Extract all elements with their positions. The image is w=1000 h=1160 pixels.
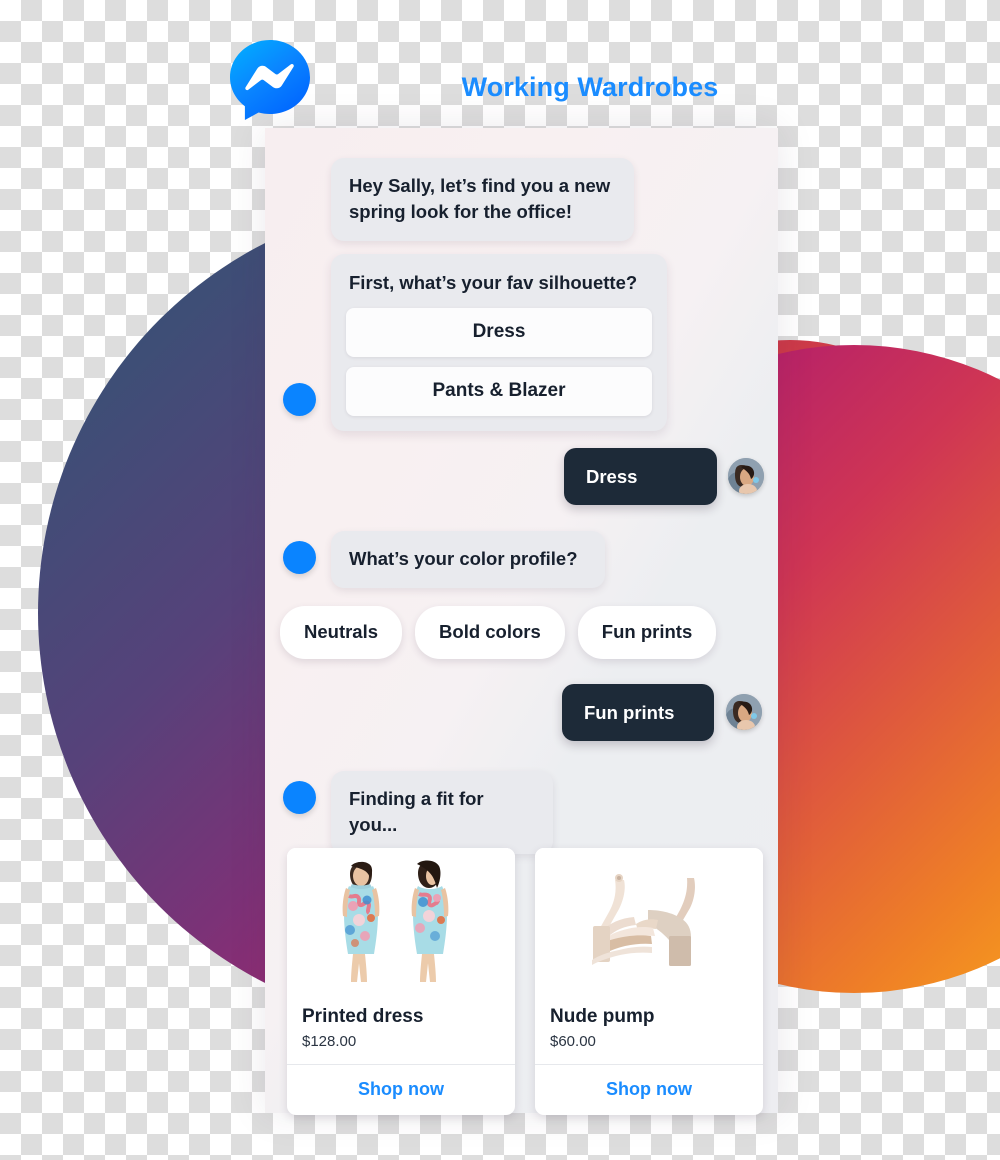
chat-thread: Hey Sally, let’s find you a new spring l…	[265, 128, 779, 1115]
question-label: First, what’s your fav silhouette?	[349, 272, 638, 293]
product-price: $128.00	[302, 1033, 357, 1050]
product-name: Printed dress	[302, 1006, 424, 1027]
shop-now-link-nude-pump[interactable]: Shop now	[535, 1064, 763, 1115]
quick-reply-bold-colors[interactable]: Bold colors	[415, 606, 565, 659]
user-message-bubble-dress: Dress	[564, 448, 717, 505]
user-avatar	[728, 458, 764, 494]
page-title: Working Wardrobes	[461, 72, 719, 102]
choice-button-pants-blazer[interactable]: Pants & Blazer	[346, 367, 652, 416]
user-message-bubble-fun-prints: Fun prints	[562, 684, 714, 741]
product-image-printed-dress	[287, 848, 515, 996]
bot-avatar-dot	[283, 781, 316, 814]
quick-reply-fun-prints[interactable]: Fun prints	[577, 606, 717, 659]
product-info: Printed dress $128.00	[287, 996, 515, 1064]
bot-message-bubble: Finding a fit for you...	[331, 771, 553, 854]
quick-reply-neutrals[interactable]: Neutrals	[280, 606, 403, 659]
quick-reply-row: Neutrals Bold colors Fun prints	[280, 606, 770, 659]
shop-now-link-printed-dress[interactable]: Shop now	[287, 1064, 515, 1115]
product-card-printed-dress[interactable]: Printed dress $128.00 Shop now	[287, 848, 515, 1115]
bot-message-bubble: What’s your color profile?	[331, 531, 605, 588]
product-card-nude-pump[interactable]: Nude pump $60.00 Shop now	[535, 848, 763, 1115]
choice-button-dress[interactable]: Dress	[346, 308, 652, 357]
app-header: Working Wardrobes	[0, 0, 1000, 128]
bot-message-bubble: Hey Sally, let’s find you a new spring l…	[331, 158, 634, 241]
product-carousel: Printed dress $128.00 Shop now Nude pump…	[287, 848, 779, 1115]
product-name: Nude pump	[550, 1006, 655, 1027]
messenger-logo-icon	[226, 36, 314, 124]
product-image-nude-pump	[535, 848, 763, 996]
screenshot-canvas: Working Wardrobes Hey Sally, let’s find …	[0, 0, 1000, 1160]
silhouette-question-card: First, what’s your fav silhouette? Dress…	[331, 254, 667, 431]
product-info: Nude pump $60.00	[535, 996, 763, 1064]
bot-avatar-dot	[283, 541, 316, 574]
user-avatar	[726, 694, 762, 730]
bot-avatar-dot	[283, 383, 316, 416]
product-price: $60.00	[550, 1033, 596, 1050]
